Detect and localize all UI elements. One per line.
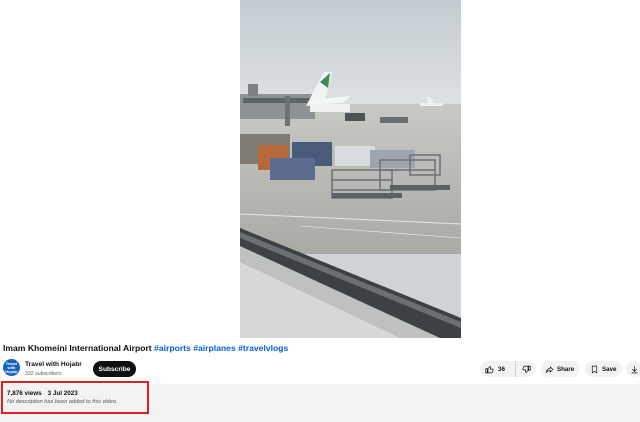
subscribe-button[interactable]: Subscribe	[93, 361, 136, 377]
video-player[interactable]	[240, 0, 461, 338]
bookmark-icon	[591, 365, 598, 373]
thumbs-down-icon	[521, 365, 531, 373]
video-title: Imam Khomeini International Airport #air…	[3, 343, 633, 353]
video-title-text: Imam Khomeini International Airport	[3, 343, 152, 353]
share-button[interactable]: Share	[541, 361, 580, 377]
download-button[interactable]	[626, 361, 640, 377]
hashtag-airplanes[interactable]: #airplanes	[193, 343, 236, 353]
thumbs-up-icon	[485, 365, 494, 373]
download-icon	[631, 365, 637, 373]
share-arrow-icon	[545, 366, 554, 373]
hashtag-airports[interactable]: #airports	[154, 343, 191, 353]
avatar-logo-text: Travel with Hojabr	[5, 360, 18, 374]
share-label: Share	[557, 365, 575, 373]
hashtag-travelvlogs[interactable]: #travelvlogs	[238, 343, 288, 353]
airport-apron-scene	[240, 0, 461, 338]
like-dislike-group: 36	[480, 361, 536, 377]
subscriber-count: 332 subscribers	[25, 371, 62, 377]
save-button[interactable]: Save	[585, 361, 622, 377]
like-button[interactable]: 36	[480, 361, 516, 377]
channel-avatar[interactable]: Travel with Hojabr	[3, 359, 20, 376]
dislike-button[interactable]	[516, 361, 536, 377]
channel-name[interactable]: Travel with Hojabr	[25, 361, 82, 368]
annotation-highlight-box	[1, 381, 149, 414]
like-count: 36	[498, 365, 505, 373]
save-label: Save	[602, 365, 617, 373]
